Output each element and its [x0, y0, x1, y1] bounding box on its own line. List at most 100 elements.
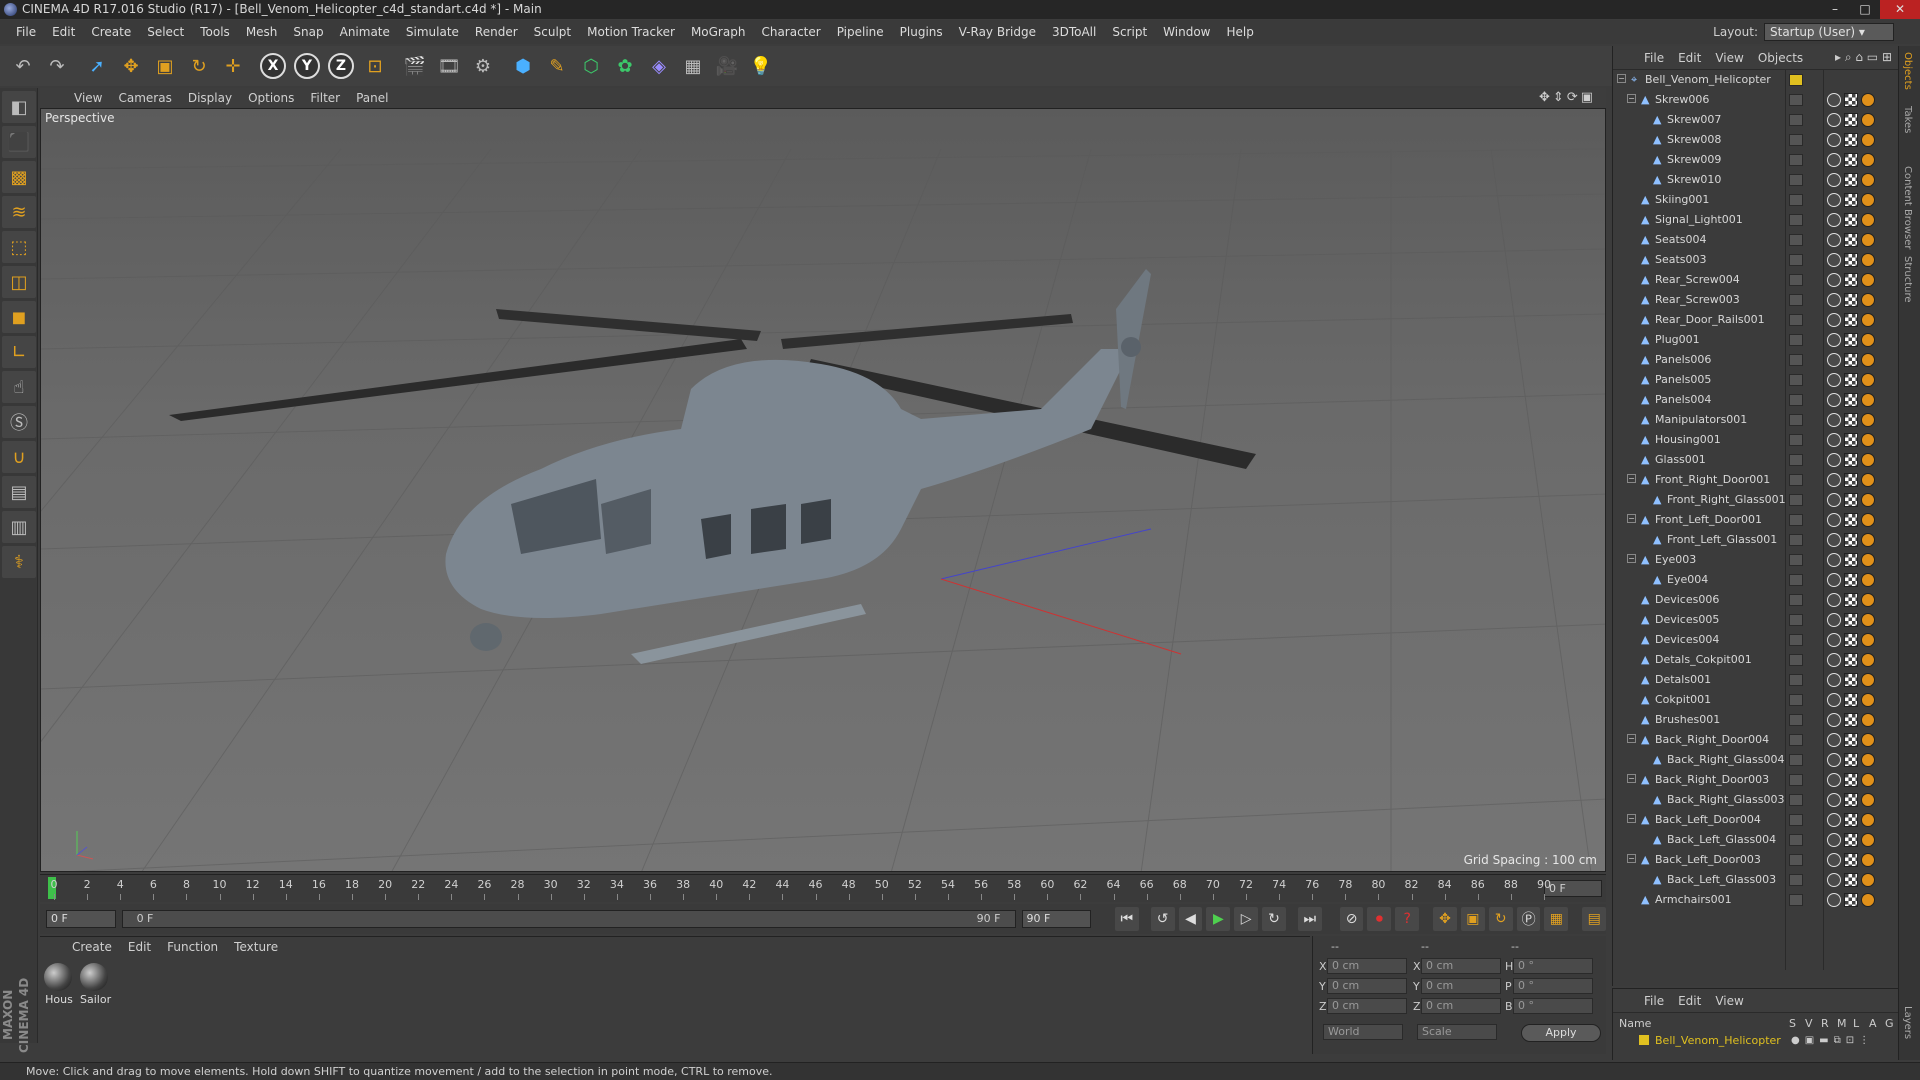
object-row[interactable]: ▲ Manipulators001	[1613, 410, 1899, 430]
material-tag-icon[interactable]	[1861, 773, 1875, 787]
key-rotation-icon[interactable]: ↻	[1488, 907, 1513, 931]
object-row[interactable]: ▲ Seats004	[1613, 230, 1899, 250]
expand-toggle[interactable]: −	[1627, 554, 1636, 563]
texture-tag-icon[interactable]	[1844, 733, 1858, 747]
subdivision-surface-icon[interactable]: ⬡	[576, 50, 606, 82]
phong-tag-icon[interactable]	[1827, 713, 1841, 727]
record-active-icon[interactable]: ⏺	[1367, 907, 1392, 931]
object-row[interactable]: ▲ Front_Left_Glass001	[1613, 530, 1899, 550]
side-tab-objects[interactable]: Objects	[1902, 52, 1913, 90]
x-axis-lock-icon[interactable]: X	[258, 50, 288, 82]
texture-tag-icon[interactable]	[1844, 293, 1858, 307]
viewport-menu-panel[interactable]: Panel	[348, 91, 396, 105]
play-icon[interactable]: ▶	[1206, 907, 1231, 931]
coordinate-system-icon[interactable]: ⊡	[360, 50, 390, 82]
workplane-lock-icon[interactable]: ▤	[2, 476, 36, 508]
visibility-toggle[interactable]	[1789, 334, 1803, 346]
phong-tag-icon[interactable]	[1827, 493, 1841, 507]
object-row[interactable]: ▲ Rear_Screw004	[1613, 270, 1899, 290]
material-tag-icon[interactable]	[1861, 733, 1875, 747]
camera-icon[interactable]: 🎥	[712, 50, 742, 82]
light-icon[interactable]: 💡	[746, 50, 776, 82]
z-axis-lock-icon[interactable]: Z	[326, 50, 356, 82]
material-tag-icon[interactable]	[1861, 513, 1875, 527]
expand-toggle[interactable]: −	[1617, 74, 1626, 83]
object-row[interactable]: ▲ Armchairs001	[1613, 890, 1899, 910]
object-row[interactable]: ▲ Skiing001	[1613, 190, 1899, 210]
menu-item-tools[interactable]: Tools	[192, 25, 238, 39]
object-row[interactable]: ▲ Devices004	[1613, 630, 1899, 650]
key-pla-icon[interactable]: ▦	[1544, 907, 1569, 931]
object-row[interactable]: ▲ Brushes001	[1613, 710, 1899, 730]
texture-tag-icon[interactable]	[1844, 93, 1858, 107]
close-icon[interactable]: ✕	[1880, 0, 1920, 19]
texture-tag-icon[interactable]	[1844, 853, 1858, 867]
visibility-toggle[interactable]	[1789, 234, 1803, 246]
menu-item-create[interactable]: Create	[83, 25, 139, 39]
menu-item-plugins[interactable]: Plugins	[892, 25, 951, 39]
visibility-toggle[interactable]	[1789, 674, 1803, 686]
phong-tag-icon[interactable]	[1827, 473, 1841, 487]
expand-toggle[interactable]: −	[1627, 814, 1636, 823]
object-row[interactable]: ▲ Detals_Cokpit001	[1613, 650, 1899, 670]
layer-menu-edit[interactable]: Edit	[1671, 994, 1708, 1008]
menu-item-sculpt[interactable]: Sculpt	[526, 25, 579, 39]
tweak-mode-icon[interactable]: ☝	[2, 371, 36, 403]
visibility-toggle[interactable]	[1789, 694, 1803, 706]
phong-tag-icon[interactable]	[1827, 833, 1841, 847]
texture-tag-icon[interactable]	[1844, 233, 1858, 247]
texture-tag-icon[interactable]	[1844, 573, 1858, 587]
menu-item-simulate[interactable]: Simulate	[398, 25, 467, 39]
phong-tag-icon[interactable]	[1827, 353, 1841, 367]
visibility-toggle[interactable]	[1789, 434, 1803, 446]
deformer-icon[interactable]: ◈	[644, 50, 674, 82]
object-row[interactable]: ▲ Cokpit001	[1613, 690, 1899, 710]
menu-item-window[interactable]: Window	[1155, 25, 1218, 39]
texture-tag-icon[interactable]	[1844, 133, 1858, 147]
material-tag-icon[interactable]	[1861, 673, 1875, 687]
phong-tag-icon[interactable]	[1827, 93, 1841, 107]
material-tag-icon[interactable]	[1861, 493, 1875, 507]
spline-pen-icon[interactable]: ✎	[542, 50, 572, 82]
visibility-toggle[interactable]	[1789, 394, 1803, 406]
visibility-toggle[interactable]	[1789, 794, 1803, 806]
object-row[interactable]: − ▲ Back_Right_Door004	[1613, 730, 1899, 750]
material-tag-icon[interactable]	[1861, 333, 1875, 347]
timeline-window-icon[interactable]: ▤	[1582, 907, 1607, 931]
side-tab-structure[interactable]: Structure	[1902, 256, 1913, 303]
expand-toggle[interactable]: −	[1627, 474, 1636, 483]
phong-tag-icon[interactable]	[1827, 853, 1841, 867]
texture-tag-icon[interactable]	[1844, 433, 1858, 447]
magnet-icon[interactable]: ∪	[2, 441, 36, 473]
material-tag-icon[interactable]	[1861, 573, 1875, 587]
texture-tag-icon[interactable]	[1844, 653, 1858, 667]
texture-mode-icon[interactable]: ▩	[2, 161, 36, 193]
redo-icon[interactable]: ↷	[42, 50, 72, 82]
menu-item-file[interactable]: File	[8, 25, 44, 39]
object-row[interactable]: ▲ Skrew009	[1613, 150, 1899, 170]
phong-tag-icon[interactable]	[1827, 333, 1841, 347]
scale-tool-icon[interactable]: ▣	[150, 50, 180, 82]
object-row[interactable]: ▲ Devices006	[1613, 590, 1899, 610]
viewport-menu-display[interactable]: Display	[180, 91, 240, 105]
material-tag-icon[interactable]	[1861, 893, 1875, 907]
object-row[interactable]: ▲ Panels004	[1613, 390, 1899, 410]
material-tag-icon[interactable]	[1861, 613, 1875, 627]
menu-item-mesh[interactable]: Mesh	[238, 25, 286, 39]
object-row[interactable]: ▲ Housing001	[1613, 430, 1899, 450]
phong-tag-icon[interactable]	[1827, 213, 1841, 227]
phong-tag-icon[interactable]	[1827, 573, 1841, 587]
edges-mode-icon[interactable]: ◫	[2, 266, 36, 298]
python-icon[interactable]: ⚕	[2, 546, 36, 578]
material-tag-icon[interactable]	[1861, 93, 1875, 107]
material-tag-icon[interactable]	[1861, 633, 1875, 647]
current-frame-field[interactable]: 0 F	[1544, 880, 1602, 897]
visibility-toggle[interactable]	[1789, 474, 1803, 486]
object-row[interactable]: ▲ Rear_Screw003	[1613, 290, 1899, 310]
texture-tag-icon[interactable]	[1844, 333, 1858, 347]
material-tag-icon[interactable]	[1861, 873, 1875, 887]
render-settings-icon[interactable]: ⚙	[468, 50, 498, 82]
material-tag-icon[interactable]	[1861, 713, 1875, 727]
object-row[interactable]: ▲ Rear_Door_Rails001	[1613, 310, 1899, 330]
apply-button[interactable]: Apply	[1521, 1024, 1601, 1042]
